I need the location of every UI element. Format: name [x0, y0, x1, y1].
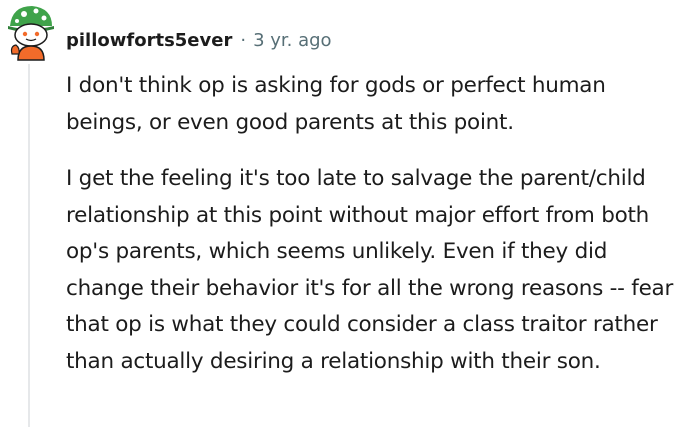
- comment-body: I don't think op is asking for gods or p…: [66, 68, 686, 380]
- comment-paragraph-2: I get the feeling it's too late to salva…: [66, 166, 674, 374]
- comment-age[interactable]: 3 yr. ago: [253, 30, 332, 51]
- comment-header: pillowforts5ever · 3 yr. ago: [66, 26, 332, 54]
- snoo-avatar-icon: [8, 6, 54, 61]
- user-avatar-icon[interactable]: [2, 2, 58, 62]
- comment: pillowforts5ever · 3 yr. ago I don't thi…: [0, 0, 700, 427]
- meta-separator: ·: [240, 29, 247, 51]
- author-username[interactable]: pillowforts5ever: [66, 30, 232, 51]
- thread-line[interactable]: [28, 64, 30, 427]
- comment-paragraph-1: I don't think op is asking for gods or p…: [66, 73, 606, 135]
